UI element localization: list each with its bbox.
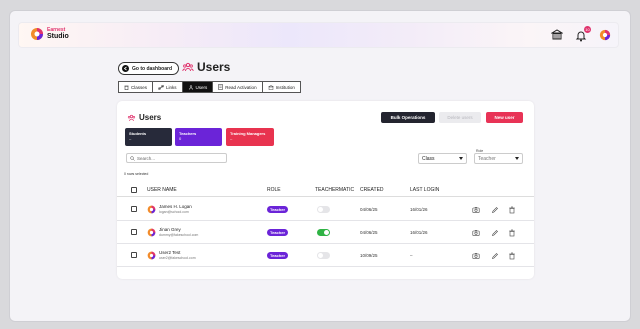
tab-links[interactable]: Links: [152, 81, 182, 93]
bulk-operations-button[interactable]: Bulk Operations: [381, 112, 435, 123]
stat-training-managers[interactable]: Training Managers –: [226, 128, 274, 146]
edit-icon[interactable]: [491, 252, 499, 260]
column-header: LAST LOGIN: [410, 187, 440, 193]
back-arrow-icon: [122, 65, 129, 72]
card-title-text: Users: [139, 113, 162, 122]
notifications-button[interactable]: 10: [575, 26, 591, 42]
role-badge: Teacher: [267, 229, 288, 236]
select-all-checkbox[interactable]: [131, 187, 137, 193]
column-header: USER NAME: [147, 187, 177, 193]
role-badge: Teacher: [267, 206, 288, 213]
column-header: CREATED: [360, 187, 384, 193]
tab-label: Institution: [275, 84, 295, 90]
table-row: James H. Logan logan@school.com Teacher …: [117, 198, 534, 221]
user-avatar-icon: [147, 251, 156, 260]
card-title: Users: [127, 113, 161, 122]
institution-icon[interactable]: [551, 29, 563, 41]
delete-users-button[interactable]: Delete users: [439, 112, 481, 123]
teachermatic-toggle[interactable]: [317, 229, 330, 236]
users-card: Users Bulk Operations Delete users New u…: [117, 101, 534, 279]
class-select-value: Class: [422, 155, 435, 162]
tab-bar: Classes Links Users Read Activation Inst…: [118, 81, 301, 93]
link-icon: [158, 84, 164, 90]
role-badge: Teacher: [267, 252, 288, 259]
edit-icon[interactable]: [491, 229, 499, 237]
tab-read-activation[interactable]: Read Activation: [212, 81, 262, 93]
last-login-date: 16/01/26: [410, 207, 428, 212]
notification-badge: 10: [584, 26, 591, 33]
tab-classes[interactable]: Classes: [118, 81, 153, 93]
trash-icon[interactable]: [508, 229, 516, 237]
column-header: TEACHERMATIC: [315, 187, 355, 193]
user-name[interactable]: Jinan Grey: [159, 227, 181, 232]
new-user-button[interactable]: New user: [486, 112, 523, 123]
class-select[interactable]: Class: [418, 153, 467, 164]
created-date: 04/06/25: [360, 207, 378, 212]
row-checkbox[interactable]: [131, 252, 137, 258]
table-header: USER NAME ROLE TEACHERMATIC CREATED LAST…: [117, 185, 534, 197]
search-placeholder: Search...: [137, 155, 156, 161]
stat-teachers[interactable]: Teachers 0: [175, 128, 222, 146]
table-row: Jinan Grey dummy@fakeschool.com Teacher …: [117, 221, 534, 244]
row-checkbox[interactable]: [131, 229, 137, 235]
tab-users[interactable]: Users: [181, 81, 213, 93]
user-avatar-icon: [147, 205, 156, 214]
trash-icon[interactable]: [508, 206, 516, 214]
camera-icon[interactable]: [472, 206, 480, 214]
stat-students[interactable]: Students –: [125, 128, 172, 146]
brand-name: Studio: [47, 33, 69, 40]
users-icon: [188, 84, 193, 90]
stat-value: –: [129, 136, 132, 141]
users-icon: [182, 62, 194, 72]
user-avatar-icon: [147, 228, 156, 237]
column-header: ROLE: [267, 187, 281, 193]
search-icon: [130, 155, 135, 161]
institution-icon: [267, 84, 274, 90]
users-icon: [127, 114, 136, 121]
caret-down-icon: [515, 157, 519, 160]
stat-label: Training Managers: [230, 131, 266, 136]
edit-icon[interactable]: [491, 206, 499, 214]
stat-value: –: [230, 136, 233, 141]
table-row: User2 Test user2@fakeschool.com Teacher …: [117, 244, 534, 267]
user-avatar-icon[interactable]: [599, 29, 611, 41]
tab-label: Classes: [131, 84, 148, 90]
user-email: dummy@fakeschool.com: [159, 233, 199, 237]
logo-icon: [31, 28, 43, 40]
tab-label: Users: [195, 84, 208, 90]
user-name[interactable]: James H. Logan: [159, 204, 192, 209]
document-icon: [218, 84, 224, 90]
teachermatic-toggle[interactable]: [317, 206, 330, 213]
go-to-dashboard-button[interactable]: Go to dashboard: [118, 62, 179, 75]
app-logo[interactable]: Earnest Studio: [30, 27, 69, 41]
selected-count: 0 rows selected: [124, 172, 149, 176]
camera-icon[interactable]: [472, 252, 480, 260]
tab-label: Read Activation: [225, 84, 257, 90]
teachermatic-toggle[interactable]: [317, 252, 330, 259]
page-title-text: Users: [197, 60, 231, 74]
trash-icon[interactable]: [508, 252, 516, 260]
role-select[interactable]: Teacher: [474, 153, 523, 164]
trash-icon: [124, 85, 129, 90]
tab-institution[interactable]: Institution: [261, 81, 301, 93]
page-title: Users: [182, 60, 230, 74]
last-login-date: 16/01/26: [410, 230, 428, 235]
caret-down-icon: [459, 157, 463, 160]
stat-value: 0: [179, 136, 182, 141]
created-date: 04/06/25: [360, 230, 378, 235]
dashboard-label: Go to dashboard: [132, 65, 172, 72]
role-select-value: Teacher: [478, 155, 496, 162]
camera-icon[interactable]: [472, 229, 480, 237]
user-email: logan@school.com: [159, 210, 189, 214]
tab-label: Links: [166, 84, 177, 90]
top-bar: Earnest Studio 10: [18, 22, 619, 48]
user-email: user2@fakeschool.com: [159, 256, 196, 260]
user-name[interactable]: User2 Test: [159, 250, 180, 255]
created-date: 10/09/25: [360, 253, 378, 258]
search-input[interactable]: Search...: [126, 153, 227, 163]
last-login-date: –: [410, 253, 413, 258]
row-checkbox[interactable]: [131, 206, 137, 212]
